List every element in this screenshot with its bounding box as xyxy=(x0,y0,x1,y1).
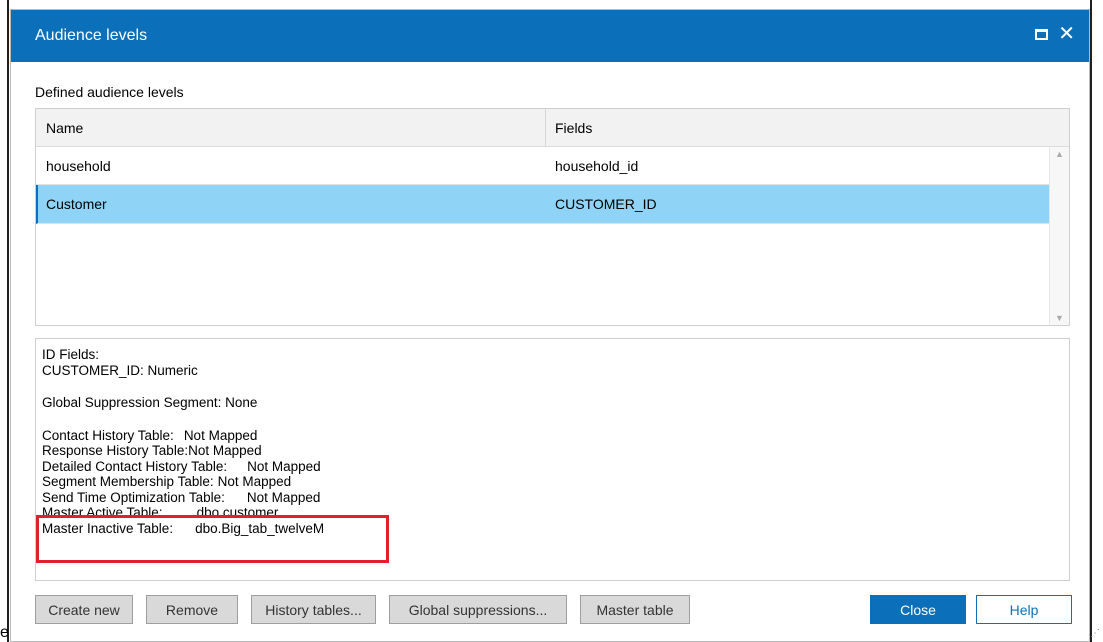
column-header-fields[interactable]: Fields xyxy=(555,120,592,136)
table-row[interactable]: household household_id xyxy=(36,147,1050,185)
global-suppressions-button[interactable]: Global suppressions... xyxy=(389,595,567,624)
close-icon[interactable]: ✕ xyxy=(1058,24,1075,44)
mapping-line: Response History Table:Not Mapped xyxy=(42,443,324,459)
master-table-button[interactable]: Master table xyxy=(580,595,690,624)
dialog-titlebar[interactable]: Audience levels ✕ xyxy=(11,10,1089,62)
audience-levels-dialog: Audience levels ✕ Defined audience level… xyxy=(10,9,1090,642)
grid-header: Name Fields xyxy=(36,109,1069,147)
section-label: Defined audience levels xyxy=(35,84,184,100)
mapping-value: Not Mapped xyxy=(246,489,321,505)
mapping-label: Send Time Optimization Table: xyxy=(42,489,225,505)
audience-levels-grid: Name Fields household household_id Custo… xyxy=(35,108,1070,326)
background-window-border xyxy=(7,0,9,642)
mapping-label: Detailed Contact History Table: xyxy=(42,458,228,474)
details-text: ID Fields: CUSTOMER_ID: Numeric Global S… xyxy=(42,347,324,536)
mapping-label: Segment Membership Table: xyxy=(42,474,214,489)
cell-name: Customer xyxy=(46,196,107,212)
audience-details-panel: ID Fields: CUSTOMER_ID: Numeric Global S… xyxy=(35,338,1070,581)
create-new-button[interactable]: Create new xyxy=(35,595,133,624)
column-header-name[interactable]: Name xyxy=(46,120,83,136)
background-text: e xyxy=(0,624,9,641)
global-suppression-line: Global Suppression Segment: None xyxy=(42,395,258,410)
mapping-value: Not Mapped xyxy=(188,443,262,458)
vertical-scrollbar[interactable]: ▲ ▼ xyxy=(1049,147,1069,325)
mapping-label: Response History Table: xyxy=(42,443,189,458)
scroll-down-icon[interactable]: ▼ xyxy=(1055,313,1064,323)
background-window-border-right xyxy=(1090,0,1092,642)
close-button[interactable]: Close xyxy=(870,595,966,624)
id-fields-heading: ID Fields: xyxy=(42,347,100,362)
mapping-value: Not Mapped xyxy=(217,474,292,489)
dialog-title: Audience levels xyxy=(35,27,148,44)
mapping-line: Contact History Table: Not Mapped xyxy=(42,428,324,444)
history-tables-button[interactable]: History tables... xyxy=(251,595,376,624)
mapping-line: Segment Membership Table: Not Mapped xyxy=(42,474,324,490)
mapping-label: Contact History Table: xyxy=(42,427,174,443)
mapping-line: Detailed Contact History Table: Not Mappe… xyxy=(42,459,324,475)
column-separator[interactable] xyxy=(545,109,546,146)
cell-name: household xyxy=(46,158,111,174)
mapping-line: Send Time Optimization Table: Not Mapped xyxy=(42,490,324,506)
cell-fields: household_id xyxy=(555,158,639,174)
maximize-icon[interactable] xyxy=(1035,28,1049,40)
table-row-selected[interactable]: Customer CUSTOMER_ID xyxy=(36,185,1050,224)
help-button[interactable]: Help xyxy=(976,595,1072,624)
cell-fields: CUSTOMER_ID xyxy=(555,196,657,212)
highlight-annotation xyxy=(36,515,389,563)
window-controls: ✕ xyxy=(1035,24,1075,44)
mapping-value: Not Mapped xyxy=(247,458,321,474)
remove-button[interactable]: Remove xyxy=(146,595,238,624)
scroll-up-icon[interactable]: ▲ xyxy=(1055,149,1064,159)
mapping-value: Not Mapped xyxy=(183,427,258,443)
id-field-value: CUSTOMER_ID: Numeric xyxy=(42,362,198,378)
resize-grip-icon[interactable]: ⋰ xyxy=(1090,629,1100,639)
